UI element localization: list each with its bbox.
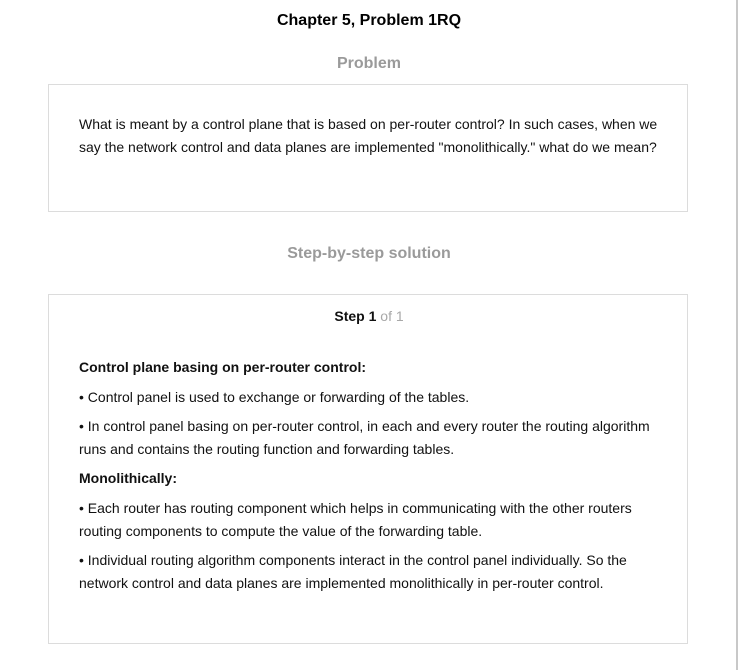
section-heading-monolithically: Monolithically: [79, 470, 177, 486]
bullet-control-panel-exchange: • Control panel is used to exchange or f… [79, 389, 470, 405]
problem-heading: Problem [336, 55, 401, 72]
solution-heading: Step-by-step solution [287, 245, 451, 262]
step-label: Step [334, 308, 365, 324]
step-total: of 1 [380, 308, 404, 324]
bullet-per-router-routing: • In control panel basing on per-router … [79, 418, 650, 457]
problem-card: What is meant by a control plane that is… [48, 84, 688, 212]
bullet-routing-component: • Each router has routing component whic… [79, 500, 632, 539]
bullet-individual-interaction: • Individual routing algorithm component… [79, 552, 627, 591]
step-indicator: Step 1 of 1 [49, 308, 689, 324]
problem-text: What is meant by a control plane that is… [79, 116, 658, 155]
section-heading-control-plane: Control plane basing on per-router contr… [79, 359, 366, 375]
step-number: 1 [368, 308, 377, 324]
solution-body: Control plane basing on per-router contr… [79, 356, 663, 601]
chapter-title: Chapter 5, Problem 1RQ [276, 12, 462, 29]
solution-card: Step 1 of 1 Control plane basing on per-… [48, 294, 688, 644]
